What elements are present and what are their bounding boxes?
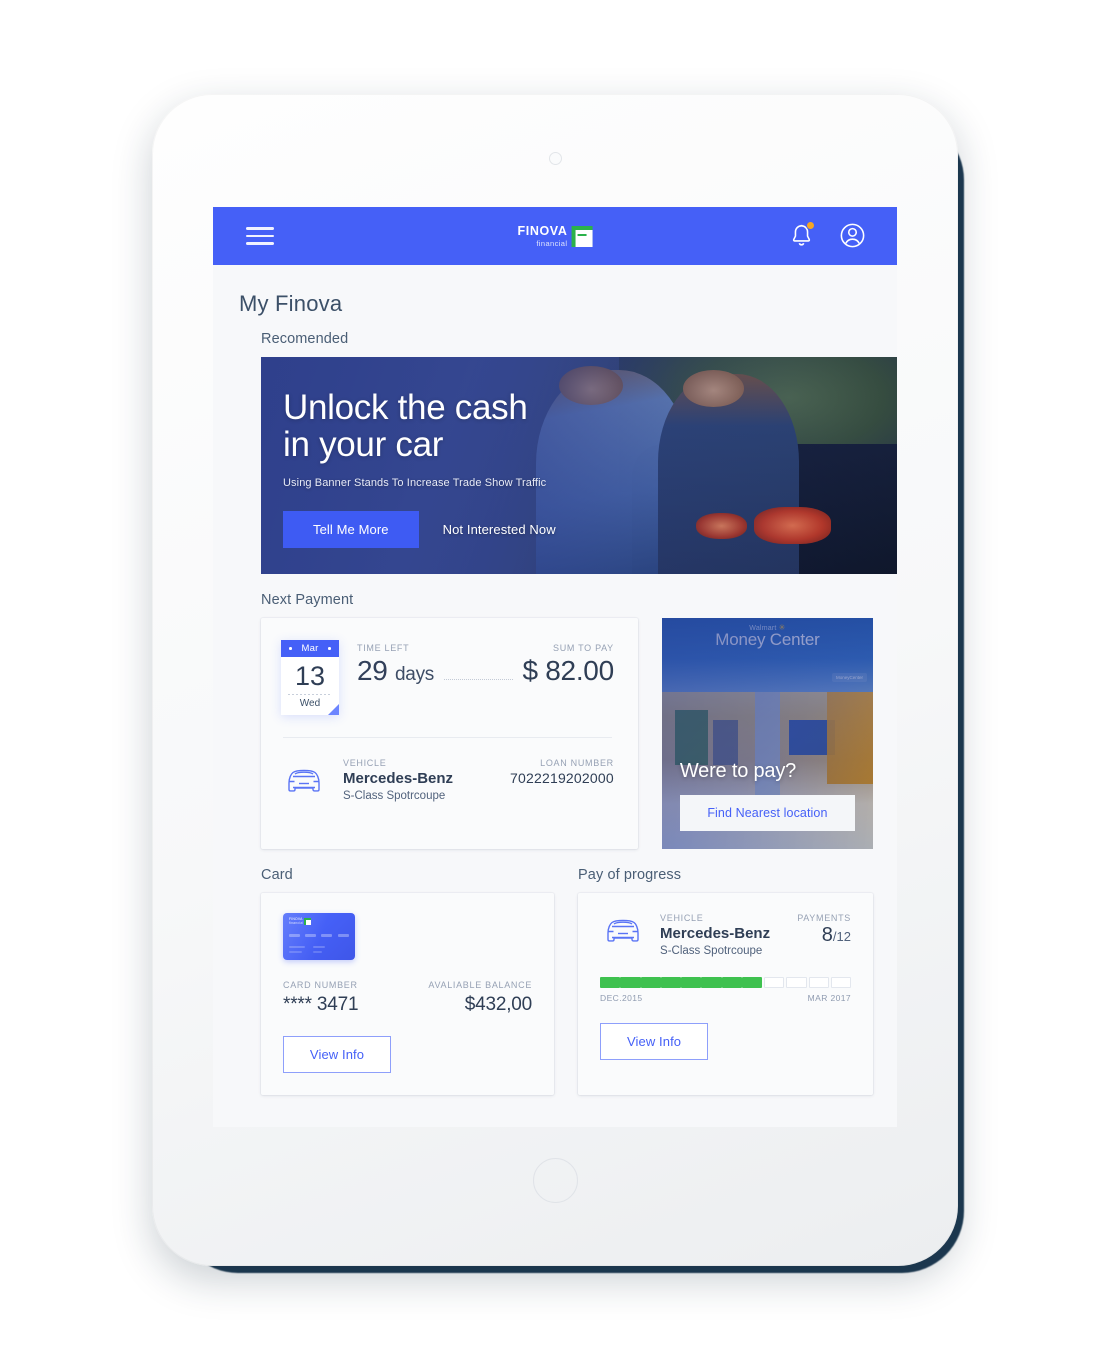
walmart-money-center-promo[interactable]: Walmart ✳ Money Center MoneyCenter Were …	[661, 618, 873, 849]
progress-segment	[830, 977, 852, 988]
progress-segment	[741, 977, 763, 988]
front-camera	[549, 152, 562, 165]
balance-label: AVALIABLE BALANCE	[428, 980, 533, 990]
pay-progress-widget: VEHICLE Mercedes-Benz S-Class Spotrcoupe…	[578, 893, 873, 1095]
vehicle-info-row: VEHICLE Mercedes-Benz S-Class Spotrcoupe…	[281, 758, 614, 802]
progress-bar	[600, 977, 852, 988]
section-label-card: Card	[261, 867, 293, 883]
payments-label: PAYMENTS	[797, 913, 851, 923]
progress-segment	[640, 977, 661, 988]
progress-end-label: MAR 2017	[807, 993, 851, 1003]
next-payment-row: Mar 13 Wed TIME LEFT SUM TO PAY 29 days …	[261, 618, 873, 849]
calendar-fold-corner	[328, 704, 339, 715]
calendar-month: Mar	[301, 643, 319, 654]
hamburger-menu-icon[interactable]	[246, 227, 274, 245]
app-screen: FINOVA financial My Finova Recomended Un…	[213, 207, 897, 1127]
payment-date-calendar: Mar 13 Wed	[281, 640, 339, 715]
vehicle-name: Mercedes-Benz	[660, 925, 771, 942]
hero-title-line1: Unlock the cash	[283, 388, 528, 427]
page-content: My Finova Recomended Unlock the cash in …	[213, 265, 897, 1095]
payment-progress: DEC.2015 MAR 2017	[600, 977, 852, 1003]
hero-subtitle: Using Banner Stands To Increase Trade Sh…	[283, 476, 547, 489]
brand-name: FINOVA	[517, 224, 568, 238]
card-balance-block: AVALIABLE BALANCE $432,00	[428, 980, 532, 1016]
section-label-recommended: Recomended	[261, 331, 349, 347]
payments-total: /12	[832, 929, 851, 944]
progress-view-info-button[interactable]: View Info	[600, 1023, 709, 1060]
brand-logo: FINOVA financial	[518, 225, 593, 247]
progress-segment	[620, 977, 641, 988]
card-number-block: CARD NUMBER **** 3471	[283, 980, 359, 1016]
progress-segment	[764, 977, 785, 988]
hero-copy: Unlock the cash in your car Using Banner…	[283, 388, 881, 548]
next-payment-card: Mar 13 Wed TIME LEFT SUM TO PAY 29 days …	[261, 618, 638, 849]
calendar-ring-right-icon	[328, 647, 331, 650]
notification-badge	[806, 221, 815, 230]
time-left-label: TIME LEFT	[357, 643, 410, 653]
sum-to-pay-value: $ 82.00	[522, 655, 615, 686]
notifications-bell-icon[interactable]	[787, 221, 816, 250]
walmart-copy: Were to pay? Find Nearest location	[679, 760, 855, 831]
section-label-next-payment: Next Payment	[261, 592, 354, 608]
card-divider	[283, 737, 612, 738]
progress-segment	[701, 977, 722, 988]
progress-segment	[721, 977, 742, 988]
card-view-info-button[interactable]: View Info	[283, 1036, 391, 1073]
section-label-pay-progress: Pay of progress	[578, 867, 682, 883]
progress-segment	[681, 977, 702, 988]
page-title: My Finova	[239, 291, 343, 316]
progress-segment	[660, 977, 682, 988]
card-number-label: CARD NUMBER	[283, 980, 358, 990]
credit-card-logo-sub: financial	[289, 920, 304, 925]
calendar-day: 13	[294, 661, 326, 691]
vehicle-model: S-Class Spotrcoupe	[660, 945, 763, 957]
screenshot-stage: FINOVA financial My Finova Recomended Un…	[0, 0, 1095, 1363]
promo-hero-banner[interactable]: Unlock the cash in your car Using Banner…	[261, 357, 897, 574]
progress-segment	[600, 977, 621, 988]
brand-tagline: financial	[536, 238, 568, 248]
find-nearest-location-button[interactable]: Find Nearest location	[679, 795, 855, 831]
finova-logo-icon	[571, 225, 593, 247]
vehicle-label: VEHICLE	[343, 758, 387, 768]
bottom-cards-row: FINOVA financial CARD NUMBER **** 3471 A…	[261, 893, 873, 1095]
card-number-value: **** 3471	[283, 994, 359, 1015]
credit-card-logo-mark-icon	[304, 918, 312, 926]
loan-number-label: LOAN NUMBER	[540, 758, 614, 768]
dotted-connector	[443, 679, 513, 680]
balance-value: $432,00	[464, 994, 533, 1015]
credit-card-image: FINOVA financial	[283, 913, 355, 960]
progress-segment	[808, 977, 829, 988]
tell-me-more-button[interactable]: Tell Me More	[283, 510, 419, 548]
app-header-bar: FINOVA financial	[213, 207, 897, 265]
hero-actions: Tell Me More Not Interested Now	[283, 510, 881, 548]
hero-title-line2: in your car	[283, 424, 444, 464]
vehicle-name: Mercedes-Benz	[343, 770, 454, 787]
walmart-headline: Were to pay?	[679, 760, 797, 782]
payments-done: 8	[821, 924, 833, 946]
card-widget: FINOVA financial CARD NUMBER **** 3471 A…	[261, 893, 555, 1095]
time-left-unit: days	[395, 664, 434, 685]
not-interested-button[interactable]: Not Interested Now	[443, 522, 556, 537]
loan-number-value: 7022219202000	[510, 770, 614, 786]
car-icon	[607, 919, 639, 942]
sum-to-pay-label: SUM TO PAY	[553, 643, 614, 653]
vehicle-model: S-Class Spotrcoupe	[343, 790, 446, 802]
vehicle-label: VEHICLE	[660, 913, 704, 923]
time-left-value: 29	[357, 655, 388, 686]
progress-start-label: DEC.2015	[600, 993, 643, 1003]
car-icon	[288, 769, 320, 792]
calendar-ring-left-icon	[289, 647, 292, 650]
home-button[interactable]	[533, 1158, 578, 1203]
progress-segment	[786, 977, 807, 988]
app-header-actions	[787, 221, 867, 250]
user-profile-icon[interactable]	[838, 221, 867, 250]
bottom-section-labels: Card Pay of progress	[261, 867, 873, 893]
